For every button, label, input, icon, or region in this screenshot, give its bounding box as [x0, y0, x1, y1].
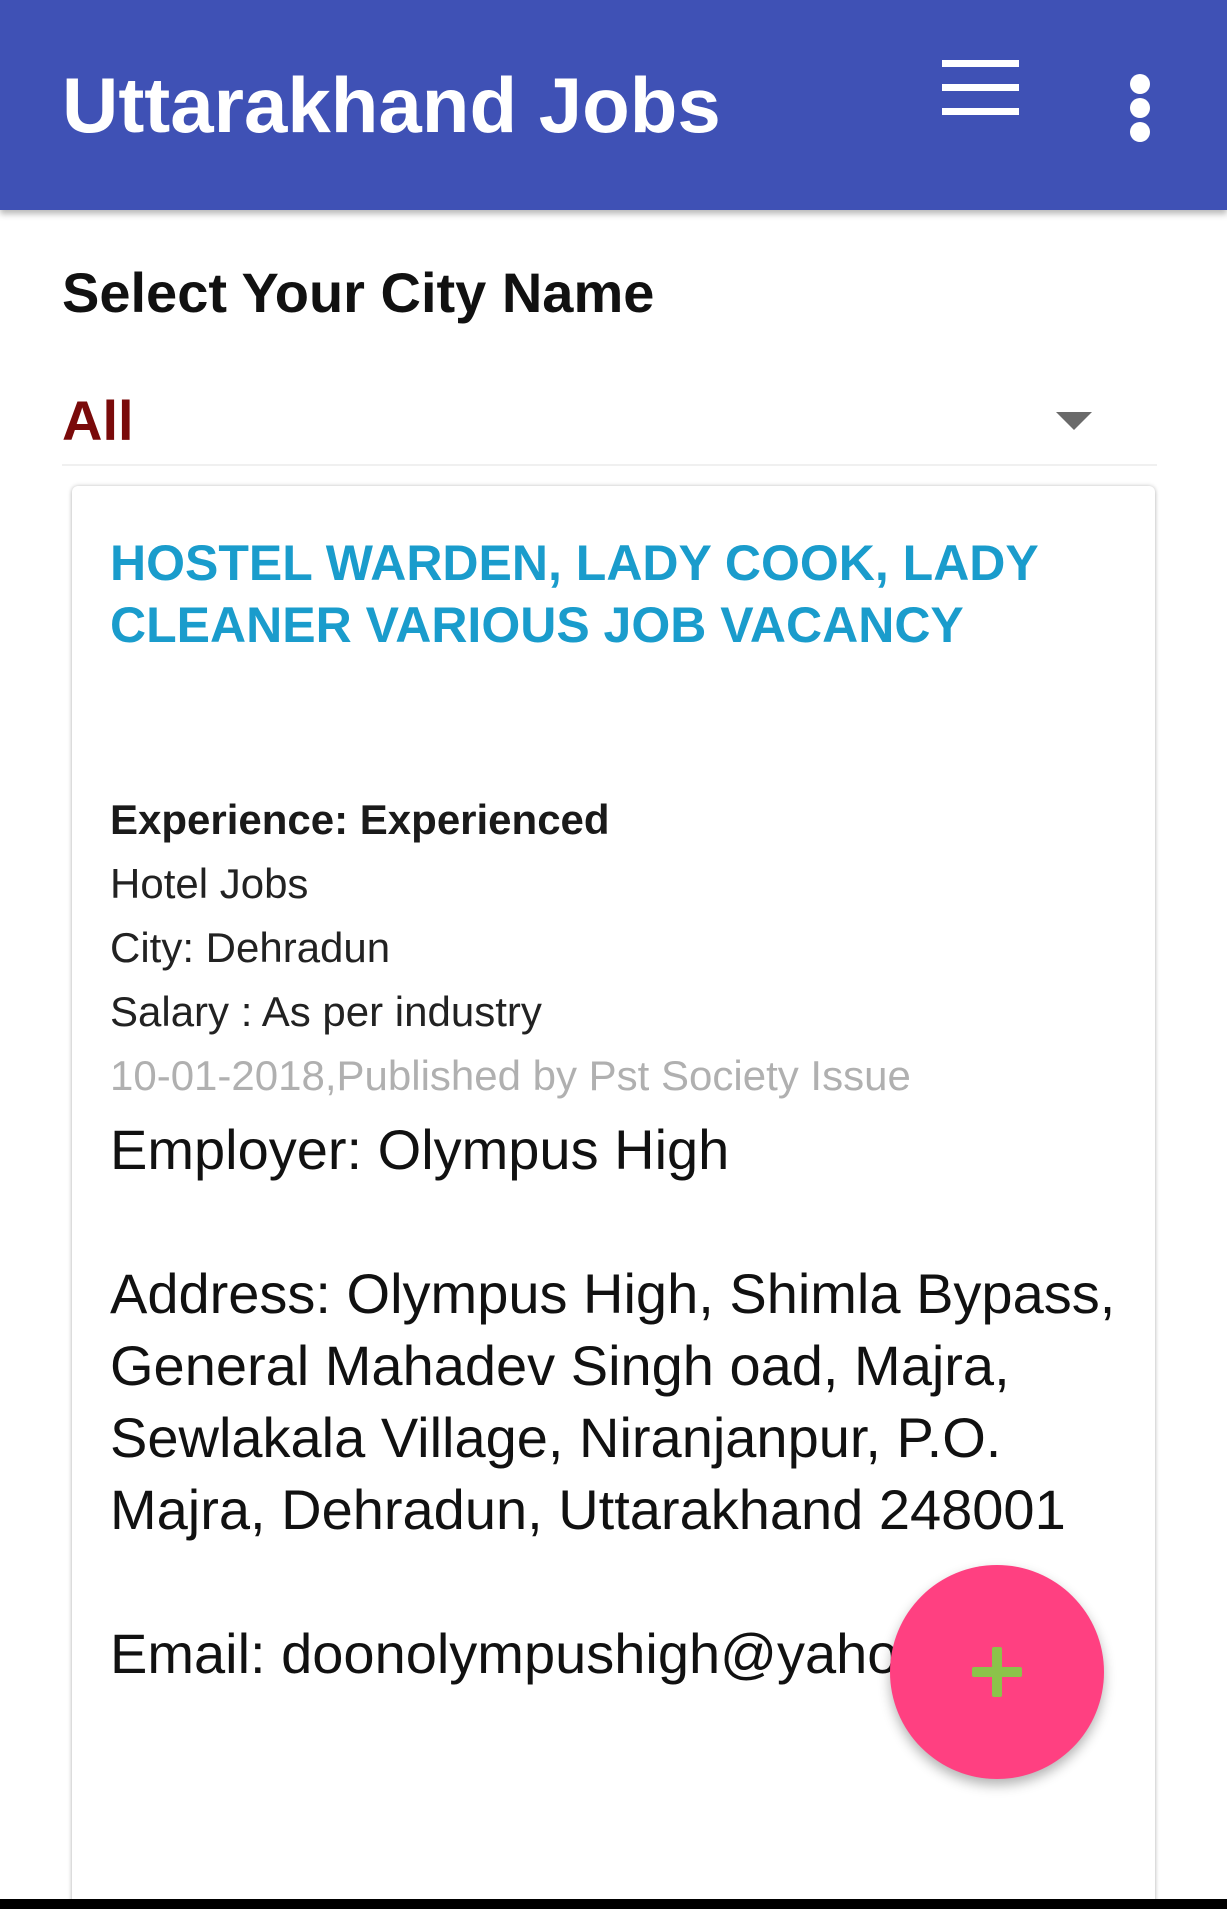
- app-bar: Uttarakhand Jobs: [0, 0, 1227, 210]
- more-vert-icon[interactable]: [1110, 60, 1170, 150]
- job-experience: Experience: Experienced: [110, 796, 610, 843]
- plus-icon-vertical: [992, 1647, 1002, 1697]
- add-job-fab-button[interactable]: [890, 1565, 1104, 1779]
- selected-city-value: All: [62, 389, 134, 452]
- bottom-edge: [0, 1899, 1227, 1909]
- job-published-meta: 10-01-2018,Published by Pst Society Issu…: [110, 1052, 911, 1099]
- city-spinner[interactable]: All: [62, 378, 1157, 466]
- app-title: Uttarakhand Jobs: [62, 61, 721, 149]
- job-category: Hotel Jobs: [110, 860, 309, 907]
- screen: Uttarakhand Jobs Select Your City Name A…: [0, 0, 1227, 1909]
- dropdown-arrow-icon: [1056, 412, 1092, 430]
- job-city: City: Dehradun: [110, 924, 391, 971]
- job-title[interactable]: HOSTEL WARDEN, LADY COOK, LADY CLEANER V…: [110, 532, 1110, 656]
- job-salary: Salary : As per industry: [110, 988, 542, 1035]
- hamburger-menu-icon[interactable]: [930, 60, 1030, 150]
- city-select-heading: Select Your City Name: [62, 261, 655, 324]
